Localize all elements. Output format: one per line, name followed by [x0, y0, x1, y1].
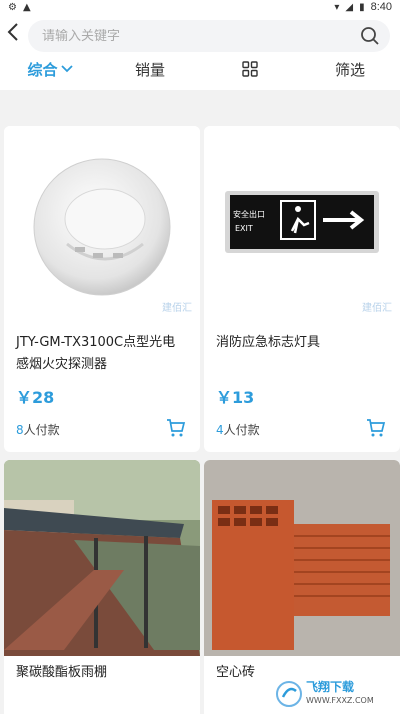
product-price: ￥13 [216, 388, 255, 407]
sold-number: 4 [216, 423, 224, 437]
sort-tab-comprehensive[interactable]: 综合 [0, 59, 100, 80]
product-image: 安全出口 EXIT 建佰汇 [204, 126, 400, 322]
signal-icon: ◢ [345, 1, 354, 13]
sign-text-cn: 安全出口 [233, 209, 265, 219]
sort-tab-label: 销量 [134, 60, 165, 79]
back-arrow-icon [7, 23, 18, 41]
site-watermark-badge: 飞翔下载 WWW.FXXZ.COM [276, 678, 394, 710]
product-image [204, 460, 400, 656]
product-image: 建佰汇 [4, 126, 200, 322]
wifi-icon: ▾ [334, 1, 340, 13]
product-card[interactable]: 安全出口 EXIT 建佰汇 消防应急标志灯具 ￥13 4人付款 [204, 126, 400, 452]
product-card[interactable]: 聚碳酸酯板雨棚 [4, 460, 200, 714]
sold-suffix: 人付款 [223, 423, 260, 437]
chevron-down-icon [60, 65, 73, 73]
add-to-cart-icon[interactable] [166, 418, 186, 438]
product-title: 聚碳酸酯板雨棚 [16, 665, 108, 680]
status-bar: ⚙ ▲ ▾ ◢ ▮ 8:40 [0, 0, 400, 14]
product-card[interactable]: 空心砖 [204, 460, 400, 714]
product-title: JTY-GM-TX3100C点型光电感烟火灾探测器 [16, 335, 176, 372]
sort-tab-filter[interactable]: 筛选 [300, 59, 400, 80]
site-badge-cn: 飞翔下载 [306, 680, 355, 694]
sign-text-en: EXIT [235, 224, 253, 233]
sold-count: 8人付款 [16, 421, 60, 438]
product-title: 消防应急标志灯具 [216, 335, 321, 350]
search-input[interactable] [42, 28, 342, 44]
sort-bar: 综合 销量 筛选 [0, 54, 400, 84]
add-to-cart-icon[interactable] [366, 418, 386, 438]
site-badge-en: WWW.FXXZ.COM [306, 696, 374, 705]
sold-suffix: 人付款 [23, 423, 60, 437]
grid-view-icon [242, 61, 258, 77]
watermark-text: 建佰汇 [162, 303, 192, 314]
notification-icon: ⚙ [8, 1, 17, 13]
view-toggle-button[interactable] [200, 61, 300, 77]
status-right: ▾ ◢ ▮ 8:40 [334, 1, 392, 13]
sold-count: 4人付款 [216, 421, 260, 438]
back-button[interactable] [2, 18, 24, 46]
sort-tab-label: 筛选 [334, 60, 365, 79]
sold-number: 8 [16, 423, 24, 437]
hollow-brick-image [204, 460, 400, 656]
watermark-text: 建佰汇 [362, 303, 392, 314]
sort-tab-label: 综合 [27, 60, 58, 79]
sort-tab-sales[interactable]: 销量 [100, 59, 200, 80]
site-logo-icon [276, 681, 302, 707]
alert-icon: ▲ [22, 1, 31, 13]
site-badge-text: 飞翔下载 WWW.FXXZ.COM [306, 681, 374, 707]
status-left: ⚙ ▲ [8, 2, 31, 13]
header: 综合 销量 筛选 [0, 14, 400, 90]
product-card[interactable]: 建佰汇 JTY-GM-TX3100C点型光电感烟火灾探测器 ￥28 8人付款 [4, 126, 200, 452]
search-icon[interactable] [360, 26, 380, 46]
status-time: 8:40 [370, 1, 392, 13]
battery-icon: ▮ [359, 1, 365, 13]
canopy-photo-image [4, 460, 200, 656]
smoke-detector-image [33, 158, 171, 296]
product-image [4, 460, 200, 656]
exit-sign-image: 安全出口 EXIT [225, 191, 379, 253]
product-price: ￥28 [16, 388, 55, 407]
search-bar[interactable] [28, 20, 390, 52]
